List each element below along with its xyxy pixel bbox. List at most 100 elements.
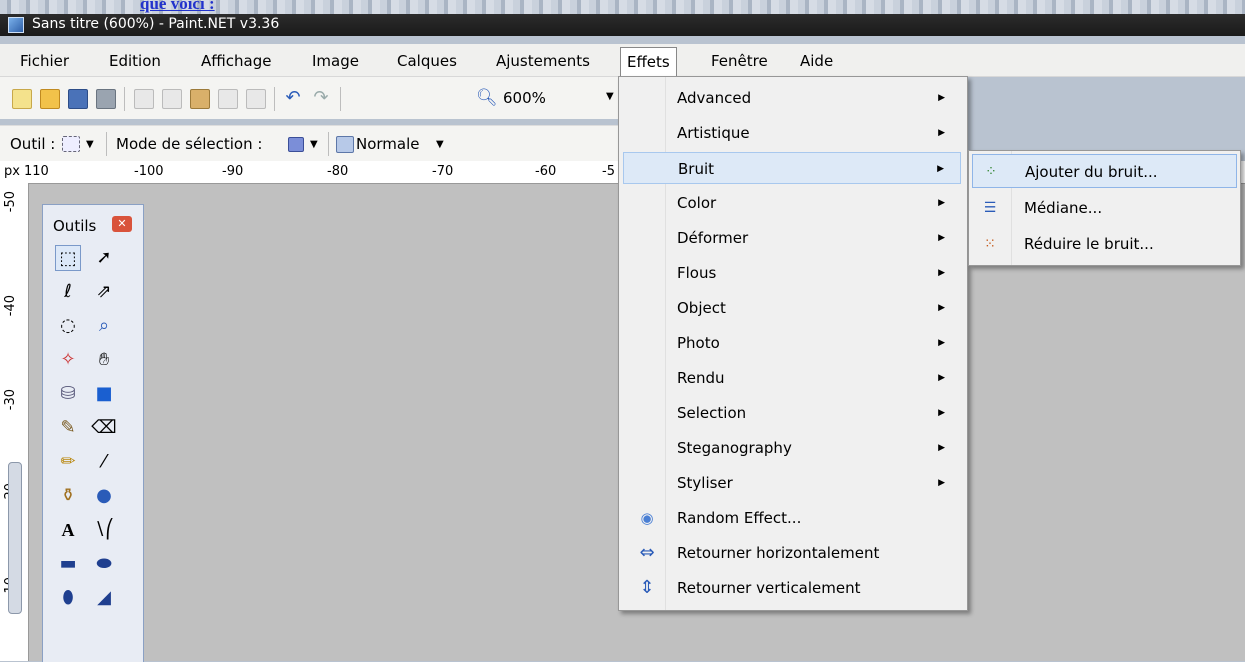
menu-item-steganography[interactable]: Steganography ▶ xyxy=(623,432,961,464)
deselect-icon[interactable] xyxy=(246,89,266,109)
move-selected-tool-icon[interactable]: ➚ xyxy=(91,245,117,271)
menu-item-flip-horizontal[interactable]: ⇔ Retourner horizontalement xyxy=(623,537,961,569)
copy-icon[interactable] xyxy=(162,89,182,109)
menu-item-artistique[interactable]: Artistique ▶ xyxy=(623,117,961,149)
menu-item-label: Médiane... xyxy=(1024,199,1103,217)
blend-mode-value[interactable]: Normale xyxy=(356,135,420,153)
cut-icon[interactable] xyxy=(134,89,154,109)
line-curve-tool-icon[interactable]: ∖⎛ xyxy=(91,517,117,543)
menu-item-label: Retourner verticalement xyxy=(677,579,861,597)
undo-icon[interactable]: ↶ xyxy=(284,89,302,107)
median-icon: ☰ xyxy=(983,200,997,216)
redo-icon[interactable]: ↷ xyxy=(312,89,330,107)
toolbar-separator xyxy=(340,87,341,111)
close-icon[interactable]: ✕ xyxy=(112,216,132,232)
menu-item-label: Color xyxy=(677,194,717,212)
recolor-tool-icon[interactable]: ● xyxy=(91,483,117,509)
zoom-icon[interactable]: 🔍︎ xyxy=(476,89,498,107)
rounded-rectangle-tool-icon[interactable]: ⬬ xyxy=(91,551,117,577)
crop-icon[interactable] xyxy=(218,89,238,109)
tool-options-toolbar: Outil : ▼ Mode de sélection : ▼ Normale … xyxy=(0,125,640,162)
blend-mode-icon[interactable] xyxy=(336,136,354,153)
rectangle-select-icon[interactable] xyxy=(62,136,80,152)
eraser-tool-icon[interactable]: ⌫ xyxy=(91,415,117,441)
rectangle-tool-icon[interactable]: ▬ xyxy=(55,551,81,577)
menu-item-rendu[interactable]: Rendu ▶ xyxy=(623,362,961,394)
submenu-arrow-icon: ▶ xyxy=(937,164,944,174)
chevron-down-icon[interactable]: ▼ xyxy=(310,139,318,150)
menu-aide[interactable]: Aide xyxy=(794,50,839,72)
color-picker-tool-icon[interactable]: ⁄ xyxy=(91,449,117,475)
zoom-tool-icon[interactable]: ⌕ xyxy=(91,313,117,339)
paintbrush-tool-icon[interactable]: ✎ xyxy=(55,415,81,441)
submenu-arrow-icon: ▶ xyxy=(938,443,945,453)
menu-item-selection[interactable]: Selection ▶ xyxy=(623,397,961,429)
clone-stamp-tool-icon[interactable]: ⚱ xyxy=(55,483,81,509)
menu-item-label: Artistique xyxy=(677,124,750,142)
text-tool-icon[interactable]: A xyxy=(55,517,81,543)
menu-fichier[interactable]: Fichier xyxy=(14,50,75,72)
add-noise-icon: ⁘ xyxy=(985,164,997,180)
menu-item-styliser[interactable]: Styliser ▶ xyxy=(623,467,961,499)
ruler-tick-label: -5 xyxy=(602,164,615,179)
new-file-icon[interactable] xyxy=(12,89,32,109)
zoom-value[interactable]: 600% xyxy=(503,89,546,107)
main-toolbar: ↶ ↷ 🔍︎ 600% ▼ xyxy=(0,77,640,119)
menu-item-reduire-le-bruit[interactable]: ⁙ Réduire le bruit... xyxy=(972,227,1237,261)
chevron-down-icon[interactable]: ▼ xyxy=(436,139,444,150)
menu-item-object[interactable]: Object ▶ xyxy=(623,292,961,324)
ruler-tick-label: -40 xyxy=(3,295,18,317)
menu-edition[interactable]: Edition xyxy=(103,50,167,72)
menu-item-photo[interactable]: Photo ▶ xyxy=(623,327,961,359)
menu-item-ajouter-du-bruit[interactable]: ⁘ Ajouter du bruit... xyxy=(972,154,1237,188)
menu-item-mediane[interactable]: ☰ Médiane... xyxy=(972,191,1237,225)
ruler-tick-label: -100 xyxy=(134,164,164,179)
menu-ajustements[interactable]: Ajustements xyxy=(490,50,596,72)
ellipse-select-tool-icon[interactable]: ◌ xyxy=(55,313,81,339)
ruler-tick-label: -80 xyxy=(327,164,349,179)
pencil-tool-icon[interactable]: ✏︎ xyxy=(55,449,81,475)
background-link[interactable]: que voici : xyxy=(140,0,215,14)
menu-item-label: Photo xyxy=(677,334,720,352)
lasso-select-tool-icon[interactable]: ℓ xyxy=(55,279,81,305)
submenu-arrow-icon: ▶ xyxy=(938,233,945,243)
ruler-tick-label: -70 xyxy=(432,164,454,179)
menu-item-advanced[interactable]: Advanced ▶ xyxy=(623,82,961,114)
toolbar-separator xyxy=(106,132,107,156)
ruler-tick-label: 110 xyxy=(24,164,49,179)
menu-item-flip-vertical[interactable]: ⇕ Retourner verticalement xyxy=(623,572,961,604)
pan-tool-icon[interactable]: ✋︎ xyxy=(91,347,117,373)
paint-bucket-tool-icon[interactable]: ⛁ xyxy=(55,381,81,407)
submenu-arrow-icon: ▶ xyxy=(938,198,945,208)
menu-item-color[interactable]: Color ▶ xyxy=(623,187,961,219)
print-icon[interactable] xyxy=(96,89,116,109)
menu-item-label: Retourner horizontalement xyxy=(677,544,880,562)
menu-item-flous[interactable]: Flous ▶ xyxy=(623,257,961,289)
menu-item-random-effect[interactable]: ◉ Random Effect... xyxy=(623,502,961,534)
selection-mode-icon[interactable] xyxy=(288,137,304,152)
submenu-arrow-icon: ▶ xyxy=(938,338,945,348)
menu-item-bruit[interactable]: Bruit ▶ xyxy=(623,152,961,184)
magic-wand-tool-icon[interactable]: ✧ xyxy=(55,347,81,373)
ruler-tick-label: -30 xyxy=(3,389,18,411)
menu-item-deformer[interactable]: Déformer ▶ xyxy=(623,222,961,254)
ellipse-tool-icon[interactable]: ⬮ xyxy=(55,585,81,611)
chevron-down-icon[interactable]: ▼ xyxy=(86,139,94,150)
paste-icon[interactable] xyxy=(190,89,210,109)
freeform-shape-tool-icon[interactable]: ◢ xyxy=(91,585,117,611)
menu-affichage[interactable]: Affichage xyxy=(195,50,277,72)
menubar: Fichier Edition Affichage Image Calques … xyxy=(0,44,1245,77)
effets-menu: Advanced ▶ Artistique ▶ Bruit ▶ Color ▶ … xyxy=(618,76,968,611)
rectangle-select-tool-icon[interactable]: ⬚ xyxy=(55,245,81,271)
menu-effets[interactable]: Effets xyxy=(620,47,677,77)
menu-calques[interactable]: Calques xyxy=(391,50,463,72)
panel-dock-tab[interactable] xyxy=(8,462,22,614)
menu-image[interactable]: Image xyxy=(306,50,365,72)
tools-panel-title: Outils xyxy=(53,217,97,235)
menu-fenetre[interactable]: Fenêtre xyxy=(705,50,774,72)
gradient-tool-icon[interactable]: ■ xyxy=(91,381,117,407)
move-selection-tool-icon[interactable]: ⇗ xyxy=(91,279,117,305)
chevron-down-icon[interactable]: ▼ xyxy=(606,91,614,102)
open-folder-icon[interactable] xyxy=(40,89,60,109)
save-icon[interactable] xyxy=(68,89,88,109)
